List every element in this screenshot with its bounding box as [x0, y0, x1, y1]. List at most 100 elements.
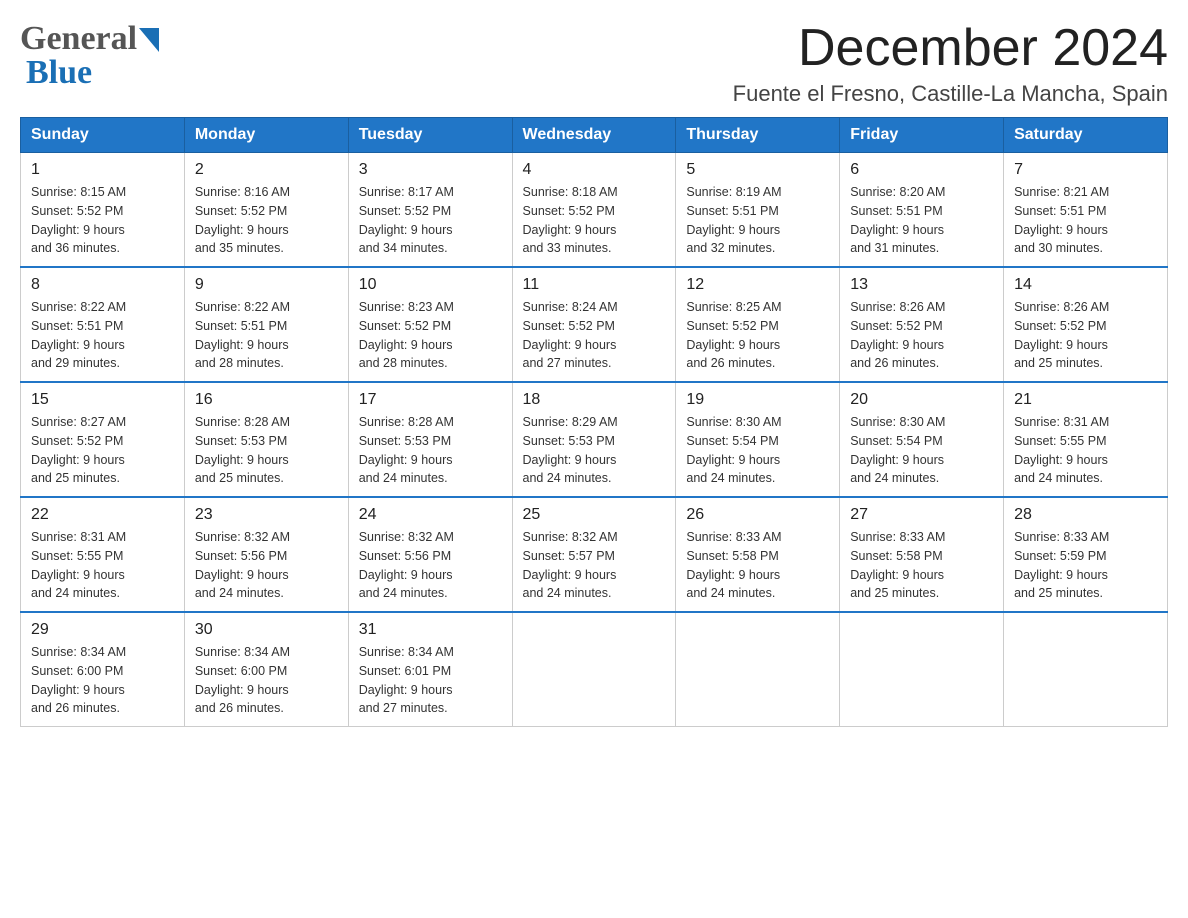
table-row: 6 Sunrise: 8:20 AM Sunset: 5:51 PM Dayli… — [840, 153, 1004, 268]
table-row: 24 Sunrise: 8:32 AM Sunset: 5:56 PM Dayl… — [348, 497, 512, 612]
table-row: 19 Sunrise: 8:30 AM Sunset: 5:54 PM Dayl… — [676, 382, 840, 497]
calendar-week-row: 29 Sunrise: 8:34 AM Sunset: 6:00 PM Dayl… — [21, 612, 1168, 727]
day-info: Sunrise: 8:22 AM Sunset: 5:51 PM Dayligh… — [31, 298, 174, 373]
day-number: 20 — [850, 391, 993, 409]
day-number: 17 — [359, 391, 502, 409]
table-row: 7 Sunrise: 8:21 AM Sunset: 5:51 PM Dayli… — [1004, 153, 1168, 268]
day-number: 31 — [359, 621, 502, 639]
day-info: Sunrise: 8:32 AM Sunset: 5:56 PM Dayligh… — [359, 528, 502, 603]
logo-arrow-icon — [139, 28, 159, 52]
table-row — [512, 612, 676, 727]
day-info: Sunrise: 8:33 AM Sunset: 5:59 PM Dayligh… — [1014, 528, 1157, 603]
day-number: 23 — [195, 506, 338, 524]
calendar-table: Sunday Monday Tuesday Wednesday Thursday… — [20, 117, 1168, 727]
day-number: 16 — [195, 391, 338, 409]
day-info: Sunrise: 8:34 AM Sunset: 6:00 PM Dayligh… — [31, 643, 174, 718]
col-friday: Friday — [840, 118, 1004, 153]
day-number: 18 — [523, 391, 666, 409]
day-info: Sunrise: 8:26 AM Sunset: 5:52 PM Dayligh… — [1014, 298, 1157, 373]
day-number: 13 — [850, 276, 993, 294]
table-row: 2 Sunrise: 8:16 AM Sunset: 5:52 PM Dayli… — [184, 153, 348, 268]
calendar-week-row: 22 Sunrise: 8:31 AM Sunset: 5:55 PM Dayl… — [21, 497, 1168, 612]
table-row: 27 Sunrise: 8:33 AM Sunset: 5:58 PM Dayl… — [840, 497, 1004, 612]
col-saturday: Saturday — [1004, 118, 1168, 153]
calendar-location: Fuente el Fresno, Castille-La Mancha, Sp… — [733, 81, 1168, 107]
calendar-header-row: Sunday Monday Tuesday Wednesday Thursday… — [21, 118, 1168, 153]
day-info: Sunrise: 8:32 AM Sunset: 5:56 PM Dayligh… — [195, 528, 338, 603]
day-info: Sunrise: 8:32 AM Sunset: 5:57 PM Dayligh… — [523, 528, 666, 603]
day-number: 28 — [1014, 506, 1157, 524]
day-number: 19 — [686, 391, 829, 409]
logo-blue-text: Blue — [26, 54, 92, 91]
table-row: 21 Sunrise: 8:31 AM Sunset: 5:55 PM Dayl… — [1004, 382, 1168, 497]
day-number: 1 — [31, 161, 174, 179]
table-row: 22 Sunrise: 8:31 AM Sunset: 5:55 PM Dayl… — [21, 497, 185, 612]
day-number: 14 — [1014, 276, 1157, 294]
col-sunday: Sunday — [21, 118, 185, 153]
day-info: Sunrise: 8:28 AM Sunset: 5:53 PM Dayligh… — [359, 413, 502, 488]
day-info: Sunrise: 8:15 AM Sunset: 5:52 PM Dayligh… — [31, 183, 174, 258]
table-row: 26 Sunrise: 8:33 AM Sunset: 5:58 PM Dayl… — [676, 497, 840, 612]
col-wednesday: Wednesday — [512, 118, 676, 153]
table-row: 18 Sunrise: 8:29 AM Sunset: 5:53 PM Dayl… — [512, 382, 676, 497]
day-number: 2 — [195, 161, 338, 179]
day-number: 9 — [195, 276, 338, 294]
day-info: Sunrise: 8:30 AM Sunset: 5:54 PM Dayligh… — [686, 413, 829, 488]
day-number: 26 — [686, 506, 829, 524]
day-info: Sunrise: 8:34 AM Sunset: 6:01 PM Dayligh… — [359, 643, 502, 718]
day-info: Sunrise: 8:33 AM Sunset: 5:58 PM Dayligh… — [850, 528, 993, 603]
day-number: 10 — [359, 276, 502, 294]
table-row: 9 Sunrise: 8:22 AM Sunset: 5:51 PM Dayli… — [184, 267, 348, 382]
table-row: 31 Sunrise: 8:34 AM Sunset: 6:01 PM Dayl… — [348, 612, 512, 727]
day-info: Sunrise: 8:28 AM Sunset: 5:53 PM Dayligh… — [195, 413, 338, 488]
day-info: Sunrise: 8:25 AM Sunset: 5:52 PM Dayligh… — [686, 298, 829, 373]
table-row: 10 Sunrise: 8:23 AM Sunset: 5:52 PM Dayl… — [348, 267, 512, 382]
table-row: 15 Sunrise: 8:27 AM Sunset: 5:52 PM Dayl… — [21, 382, 185, 497]
table-row: 16 Sunrise: 8:28 AM Sunset: 5:53 PM Dayl… — [184, 382, 348, 497]
day-info: Sunrise: 8:19 AM Sunset: 5:51 PM Dayligh… — [686, 183, 829, 258]
day-info: Sunrise: 8:26 AM Sunset: 5:52 PM Dayligh… — [850, 298, 993, 373]
day-info: Sunrise: 8:17 AM Sunset: 5:52 PM Dayligh… — [359, 183, 502, 258]
calendar-week-row: 1 Sunrise: 8:15 AM Sunset: 5:52 PM Dayli… — [21, 153, 1168, 268]
table-row: 29 Sunrise: 8:34 AM Sunset: 6:00 PM Dayl… — [21, 612, 185, 727]
day-number: 6 — [850, 161, 993, 179]
table-row: 1 Sunrise: 8:15 AM Sunset: 5:52 PM Dayli… — [21, 153, 185, 268]
table-row — [840, 612, 1004, 727]
day-info: Sunrise: 8:34 AM Sunset: 6:00 PM Dayligh… — [195, 643, 338, 718]
day-info: Sunrise: 8:21 AM Sunset: 5:51 PM Dayligh… — [1014, 183, 1157, 258]
day-info: Sunrise: 8:27 AM Sunset: 5:52 PM Dayligh… — [31, 413, 174, 488]
table-row — [1004, 612, 1168, 727]
day-number: 21 — [1014, 391, 1157, 409]
table-row: 25 Sunrise: 8:32 AM Sunset: 5:57 PM Dayl… — [512, 497, 676, 612]
table-row: 28 Sunrise: 8:33 AM Sunset: 5:59 PM Dayl… — [1004, 497, 1168, 612]
table-row: 30 Sunrise: 8:34 AM Sunset: 6:00 PM Dayl… — [184, 612, 348, 727]
day-number: 7 — [1014, 161, 1157, 179]
day-number: 8 — [31, 276, 174, 294]
table-row: 3 Sunrise: 8:17 AM Sunset: 5:52 PM Dayli… — [348, 153, 512, 268]
logo-general-text: General — [20, 20, 137, 58]
day-number: 27 — [850, 506, 993, 524]
day-info: Sunrise: 8:18 AM Sunset: 5:52 PM Dayligh… — [523, 183, 666, 258]
day-number: 15 — [31, 391, 174, 409]
table-row: 23 Sunrise: 8:32 AM Sunset: 5:56 PM Dayl… — [184, 497, 348, 612]
day-info: Sunrise: 8:33 AM Sunset: 5:58 PM Dayligh… — [686, 528, 829, 603]
table-row: 8 Sunrise: 8:22 AM Sunset: 5:51 PM Dayli… — [21, 267, 185, 382]
day-info: Sunrise: 8:20 AM Sunset: 5:51 PM Dayligh… — [850, 183, 993, 258]
day-number: 11 — [523, 276, 666, 294]
day-number: 29 — [31, 621, 174, 639]
day-info: Sunrise: 8:24 AM Sunset: 5:52 PM Dayligh… — [523, 298, 666, 373]
table-row: 11 Sunrise: 8:24 AM Sunset: 5:52 PM Dayl… — [512, 267, 676, 382]
day-number: 4 — [523, 161, 666, 179]
calendar-week-row: 8 Sunrise: 8:22 AM Sunset: 5:51 PM Dayli… — [21, 267, 1168, 382]
day-info: Sunrise: 8:23 AM Sunset: 5:52 PM Dayligh… — [359, 298, 502, 373]
table-row: 14 Sunrise: 8:26 AM Sunset: 5:52 PM Dayl… — [1004, 267, 1168, 382]
table-row: 5 Sunrise: 8:19 AM Sunset: 5:51 PM Dayli… — [676, 153, 840, 268]
calendar-week-row: 15 Sunrise: 8:27 AM Sunset: 5:52 PM Dayl… — [21, 382, 1168, 497]
day-number: 22 — [31, 506, 174, 524]
col-monday: Monday — [184, 118, 348, 153]
day-info: Sunrise: 8:31 AM Sunset: 5:55 PM Dayligh… — [31, 528, 174, 603]
day-info: Sunrise: 8:30 AM Sunset: 5:54 PM Dayligh… — [850, 413, 993, 488]
table-row: 4 Sunrise: 8:18 AM Sunset: 5:52 PM Dayli… — [512, 153, 676, 268]
table-row: 13 Sunrise: 8:26 AM Sunset: 5:52 PM Dayl… — [840, 267, 1004, 382]
day-number: 5 — [686, 161, 829, 179]
